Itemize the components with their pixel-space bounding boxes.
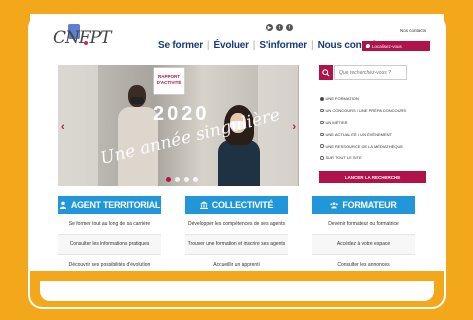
site-logo[interactable]: CNFPT <box>53 24 111 54</box>
card-collectivite: COLLECTIVITÉ Développer les compétences … <box>185 196 288 271</box>
hero-year: 2020 <box>153 103 210 125</box>
website-screen: CNFPT ▶ t f Nos contacts Se former | Évo… <box>30 14 444 271</box>
nav-separator: | <box>311 40 314 51</box>
nav-item-se-former[interactable]: Se former <box>158 40 203 51</box>
radio-unchecked-icon <box>320 144 324 148</box>
card-formateur: FORMATEUR Devenir formateur ou formatric… <box>312 196 415 271</box>
search-button[interactable] <box>319 65 333 80</box>
person-icon <box>59 201 67 209</box>
radio-unchecked-icon <box>320 156 324 160</box>
card-link[interactable]: Accédez à votre espace <box>312 234 415 255</box>
launch-search-button[interactable]: LANCER LA RECHERCHE <box>319 171 426 183</box>
nav-item-evoluer[interactable]: Évoluer <box>214 40 249 51</box>
twitter-icon[interactable]: t <box>276 24 283 31</box>
nav-separator: | <box>252 40 256 51</box>
search-input[interactable] <box>334 65 407 80</box>
building-icon <box>199 201 208 209</box>
card-link[interactable]: Se former tout au long de sa carrière <box>58 214 161 235</box>
location-pin-icon <box>366 44 370 48</box>
card-link[interactable]: Consulter les informations pratiques <box>58 234 161 255</box>
radio-formation[interactable]: UNE FORMATION <box>320 93 406 105</box>
nav-separator: | <box>206 40 210 51</box>
radio-checked-icon <box>320 97 324 101</box>
carousel-prev-icon[interactable]: ‹ <box>61 121 65 133</box>
radio-unchecked-icon <box>320 132 324 137</box>
youtube-icon[interactable]: ▶ <box>266 24 273 31</box>
rapport-badge: RAPPORT D'ACTIVITÉ <box>154 68 184 94</box>
nav-item-sinformer[interactable]: S'informer <box>259 40 307 51</box>
card-title: FORMATEUR <box>342 200 397 210</box>
carousel-dot[interactable] <box>175 177 180 182</box>
search-scope-options: UNE FORMATION UN CONCOURS / UNE PRÉPA CO… <box>320 93 406 164</box>
carousel-next-icon[interactable]: › <box>292 121 296 133</box>
card-link[interactable]: Découvrir ses possibilités d'évolution <box>58 255 161 271</box>
card-link[interactable]: Devenir formateur ou formatrice <box>312 214 415 235</box>
card-link[interactable]: Trouver une formation et inscrire ses ag… <box>185 234 288 255</box>
radio-unchecked-icon <box>320 108 324 113</box>
hero-carousel[interactable]: RAPPORT D'ACTIVITÉ 2020 Une année singul… <box>58 65 299 186</box>
carousel-dots <box>166 177 198 182</box>
main-nav: Se former | Évoluer | S'informer | Nous … <box>158 40 388 51</box>
radio-label: SUR TOUT LE SITE <box>325 155 362 161</box>
carousel-dot[interactable] <box>184 177 189 182</box>
card-link[interactable]: Développer les compétences de ses agents <box>185 214 288 235</box>
card-link[interactable]: Consulter les annonces <box>312 255 415 271</box>
radio-label: UNE RESSOURCE DE LA MÉDIATHÈQUE <box>325 143 404 149</box>
card-header[interactable]: AGENT TERRITORIAL <box>58 196 161 214</box>
facebook-icon[interactable]: f <box>286 24 293 31</box>
localisez-vous-label: Localisez-vous <box>372 43 402 49</box>
logo-text: CNFPT <box>53 28 111 48</box>
radio-actualite[interactable]: UNE ACTUALITÉ / UN ÉVÉNEMENT <box>320 128 406 140</box>
search-icon <box>322 68 330 77</box>
social-links: ▶ t f <box>266 24 293 31</box>
logo-dot <box>84 41 88 45</box>
radio-metier[interactable]: UN MÉTIER <box>320 117 406 129</box>
card-title: COLLECTIVITÉ <box>211 200 274 210</box>
card-title: AGENT TERRITORIAL <box>70 200 161 210</box>
radio-label: UN MÉTIER <box>325 119 348 125</box>
card-header[interactable]: FORMATEUR <box>312 196 415 214</box>
radio-tout-le-site[interactable]: SUR TOUT LE SITE <box>320 152 406 164</box>
search-box <box>319 65 407 80</box>
radio-mediatheque[interactable]: UNE RESSOURCE DE LA MÉDIATHÈQUE <box>320 140 406 152</box>
badge-line1: RAPPORT <box>157 74 180 79</box>
radio-concours[interactable]: UN CONCOURS / UNE PRÉPA CONCOURS <box>320 105 406 117</box>
card-header[interactable]: COLLECTIVITÉ <box>185 196 288 214</box>
radio-label: UN CONCOURS / UNE PRÉPA CONCOURS <box>325 108 407 114</box>
card-link[interactable]: Accueillir un apprenti <box>185 255 288 271</box>
carousel-dot[interactable] <box>193 177 198 182</box>
badge-line2: D'ACTIVITÉ <box>156 79 182 85</box>
card-agent-territorial: AGENT TERRITORIAL Se former tout au long… <box>58 196 161 271</box>
contacts-link[interactable]: Nos contacts <box>400 28 426 33</box>
tablet-bezel <box>30 269 444 307</box>
localisez-vous-button[interactable]: Localisez-vous <box>362 41 430 51</box>
group-icon <box>330 202 339 209</box>
radio-label: UNE FORMATION <box>325 96 359 102</box>
carousel-dot[interactable] <box>166 177 171 182</box>
radio-unchecked-icon <box>320 120 324 125</box>
radio-label: UNE ACTUALITÉ / UN ÉVÉNEMENT <box>325 131 392 137</box>
